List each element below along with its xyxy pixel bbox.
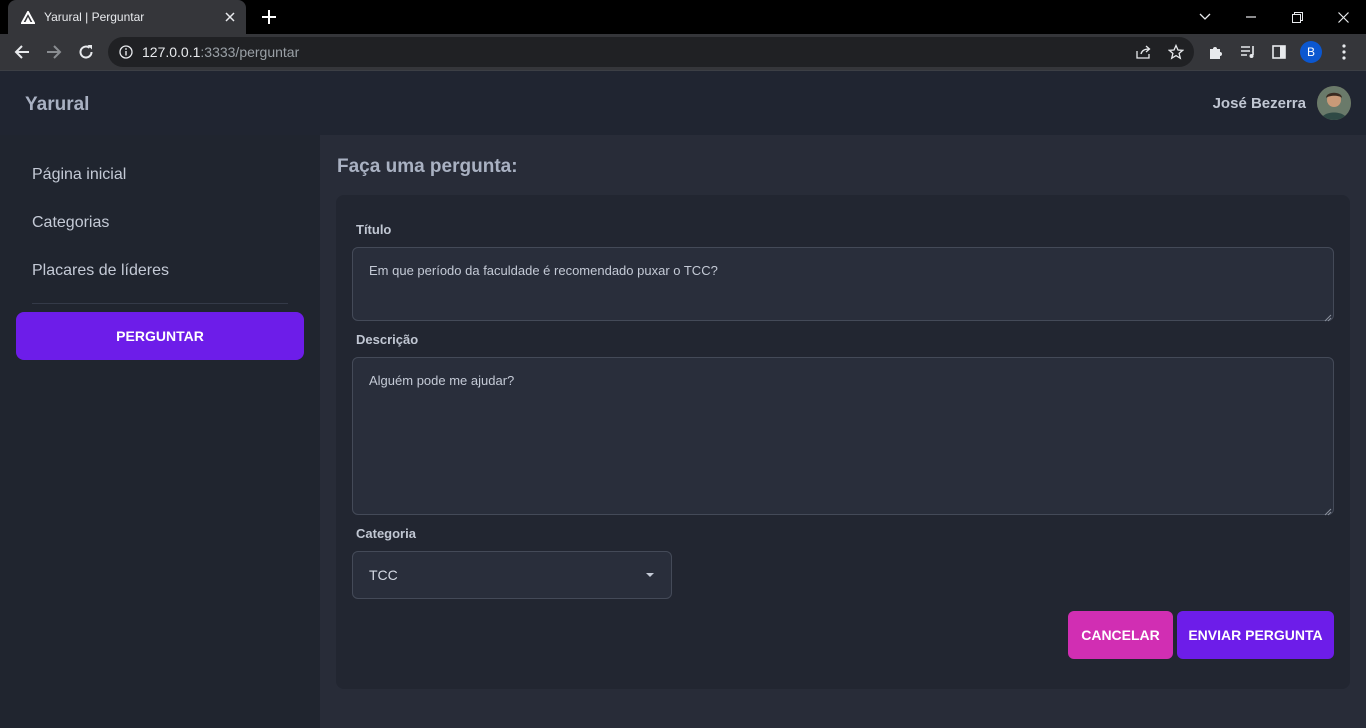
- question-form-card: Título Em que período da faculdade é rec…: [336, 195, 1350, 689]
- submit-question-button[interactable]: ENVIAR PERGUNTA: [1177, 611, 1334, 659]
- triangle-logo-icon: [20, 9, 36, 25]
- address-bar[interactable]: 127.0.0.1:3333/perguntar: [108, 37, 1194, 67]
- browser-tab-strip: Yarural | Perguntar: [0, 0, 1366, 34]
- brand-logo-text[interactable]: Yarural: [25, 94, 89, 116]
- browser-toolbar: 127.0.0.1:3333/perguntar B: [0, 34, 1366, 70]
- url-path: :3333/perguntar: [200, 44, 300, 60]
- category-selected-value: TCC: [369, 567, 398, 583]
- sidebar-item-leaderboards[interactable]: Placares de líderes: [32, 262, 169, 280]
- url-host: 127.0.0.1: [142, 44, 201, 60]
- tab-title: Yarural | Perguntar: [44, 10, 145, 24]
- close-window-icon[interactable]: [1320, 0, 1366, 34]
- reload-icon[interactable]: [72, 38, 100, 66]
- description-label: Descrição: [356, 332, 419, 347]
- description-input[interactable]: Alguém pode me ajudar?: [352, 357, 1334, 515]
- minimize-icon[interactable]: [1228, 0, 1274, 34]
- sidebar-item-categories[interactable]: Categorias: [32, 214, 109, 232]
- title-input[interactable]: Em que período da faculdade é recomendad…: [352, 247, 1334, 321]
- restore-icon[interactable]: [1274, 0, 1320, 34]
- ask-question-button[interactable]: PERGUNTAR: [16, 312, 304, 360]
- dropdown-caret-icon: [646, 573, 654, 577]
- new-tab-icon[interactable]: [256, 5, 282, 29]
- tab-search-chevron-icon[interactable]: [1182, 0, 1228, 34]
- cancel-button[interactable]: CANCELAR: [1068, 611, 1173, 659]
- description-resize-grip-icon[interactable]: [1322, 503, 1332, 516]
- site-info-icon[interactable]: [118, 44, 134, 60]
- back-arrow-icon[interactable]: [8, 38, 36, 66]
- url-text: 127.0.0.1:3333/perguntar: [142, 44, 299, 60]
- category-label: Categoria: [356, 526, 416, 541]
- extensions-puzzle-icon[interactable]: [1202, 38, 1230, 66]
- media-playlist-icon[interactable]: [1234, 38, 1262, 66]
- title-resize-grip-icon[interactable]: [1322, 309, 1332, 322]
- page-title: Faça uma pergunta:: [337, 156, 518, 177]
- app-header: Yarural José Bezerra: [0, 70, 1366, 135]
- sidebar-divider: [32, 303, 288, 304]
- title-label: Título: [356, 222, 392, 237]
- main-content: Faça uma pergunta: Título Em que período…: [320, 135, 1366, 728]
- profile-avatar[interactable]: B: [1300, 41, 1322, 63]
- user-name[interactable]: José Bezerra: [1213, 95, 1306, 112]
- sidebar: Página inicial Categorias Placares de lí…: [0, 135, 320, 728]
- side-panel-icon[interactable]: [1265, 38, 1293, 66]
- browser-menu-icon[interactable]: [1330, 38, 1358, 66]
- bookmark-star-icon[interactable]: [1164, 40, 1188, 64]
- user-avatar[interactable]: [1317, 86, 1351, 120]
- close-tab-icon[interactable]: [220, 7, 240, 27]
- category-select[interactable]: TCC: [352, 551, 672, 599]
- share-icon[interactable]: [1132, 40, 1156, 64]
- sidebar-item-home[interactable]: Página inicial: [32, 166, 126, 184]
- forward-arrow-icon[interactable]: [40, 38, 68, 66]
- browser-tab[interactable]: Yarural | Perguntar: [8, 0, 246, 34]
